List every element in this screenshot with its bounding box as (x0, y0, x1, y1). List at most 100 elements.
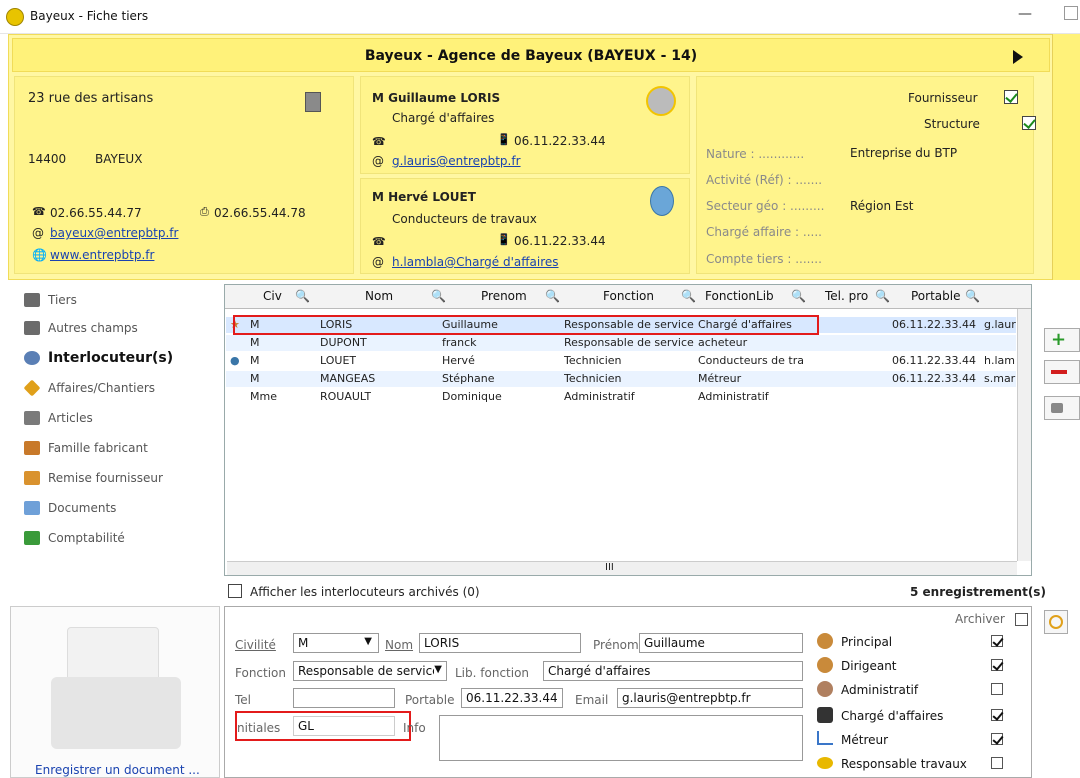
interlocuteurs-table[interactable]: Civ 🔍 Nom 🔍 Prenom 🔍 Fonction 🔍 Fonction… (224, 284, 1032, 576)
tel-input[interactable] (293, 688, 395, 708)
role-resp-travaux-checkbox[interactable] (991, 757, 1003, 769)
table-row[interactable]: ● M LOUET Hervé Technicien Conducteurs d… (226, 353, 1016, 369)
role-dirigeant-checkbox[interactable] (991, 659, 1003, 671)
address-phone: 02.66.55.44.77 (50, 206, 142, 220)
civilite-select[interactable]: M ▼ (293, 633, 379, 653)
fonction-label: Fonction (235, 666, 287, 680)
col-civ[interactable]: Civ (263, 289, 282, 303)
role-administratif-checkbox[interactable] (991, 683, 1003, 695)
add-button[interactable]: + (1044, 328, 1080, 352)
chevron-down-icon: ▼ (364, 636, 372, 647)
sidebar-item-remise[interactable]: Remise fournisseur (24, 466, 163, 490)
address-website[interactable]: www.entrepbtp.fr (50, 248, 154, 262)
fonction-value: Responsable de service (298, 664, 440, 678)
options-button[interactable] (1044, 610, 1068, 634)
remove-button[interactable] (1044, 360, 1080, 384)
table-row[interactable]: M MANGEAS Stéphane Technicien Métreur 06… (226, 371, 1016, 387)
role-metreur-label: Métreur (841, 733, 889, 747)
address-city: BAYEUX (95, 152, 143, 166)
at-icon: @ (372, 255, 384, 269)
search-icon[interactable]: 🔍 (791, 289, 806, 303)
role-resp-travaux-label: Responsable travaux (841, 757, 967, 771)
contact2-email[interactable]: h.lambla@Chargé d'affaires (392, 255, 559, 269)
search-icon[interactable]: 🔍 (875, 289, 890, 303)
libfonction-input[interactable]: Chargé d'affaires (543, 661, 803, 681)
col-portable[interactable]: Portable (911, 289, 960, 303)
portable-input[interactable]: 06.11.22.33.44 (461, 688, 563, 708)
search-icon[interactable]: 🔍 (431, 289, 446, 303)
sidebar-item-affaires[interactable]: Affaires/Chantiers (23, 376, 155, 400)
phone-icon: ☎ (372, 135, 386, 148)
role-metreur-checkbox[interactable] (991, 733, 1003, 745)
prenom-input[interactable]: Guillaume (639, 633, 803, 653)
archiver-checkbox[interactable] (1015, 613, 1028, 626)
cell-prenom: Dominique (442, 390, 502, 403)
maximize-button[interactable] (1064, 6, 1078, 20)
sidebar-item-label: Interlocuteur(s) (48, 350, 174, 366)
structure-checkbox[interactable] (1021, 116, 1036, 130)
col-telpro[interactable]: Tel. pro (825, 289, 868, 303)
box-icon (24, 441, 40, 455)
agency-bar[interactable]: Bayeux - Agence de Bayeux (BAYEUX - 14) (12, 38, 1050, 72)
table-row[interactable]: Mme ROUAULT Dominique Administratif Admi… (226, 389, 1016, 405)
col-fonction[interactable]: Fonction (603, 289, 654, 303)
selection-highlight (233, 315, 819, 335)
sidebar-item-label: Articles (48, 411, 93, 425)
cell-prenom: franck (442, 336, 477, 349)
link-button[interactable] (1044, 396, 1080, 420)
sidebar-item-interlocuteurs[interactable]: Interlocuteur(s) (24, 346, 173, 370)
search-icon[interactable]: 🔍 (295, 289, 310, 303)
portable-label: Portable (405, 693, 455, 707)
initiales-input[interactable]: GL (293, 716, 395, 736)
search-icon[interactable]: 🔍 (681, 289, 696, 303)
header-right-strip (1052, 34, 1080, 280)
at-icon: @ (32, 226, 44, 240)
role-charge-checkbox[interactable] (991, 709, 1003, 721)
civilite-value: M (298, 636, 309, 650)
col-nom[interactable]: Nom (365, 289, 393, 303)
sidebar-item-tiers[interactable]: Tiers (24, 288, 77, 312)
horizontal-scrollbar[interactable]: III (227, 561, 1017, 575)
search-icon[interactable]: 🔍 (545, 289, 560, 303)
sidebar-item-famille[interactable]: Famille fabricant (24, 436, 148, 460)
cell-portable: 06.11.22.33.44 (892, 372, 976, 385)
nom-input[interactable]: LORIS (419, 633, 581, 653)
save-document-link[interactable]: Enregistrer un document ... (35, 763, 200, 777)
archived-label: Afficher les interlocuteurs archivés (0) (250, 585, 480, 599)
email-input[interactable]: g.lauris@entrepbtp.fr (617, 688, 803, 708)
ledger-icon (24, 531, 40, 545)
fournisseur-checkbox[interactable] (1004, 90, 1018, 104)
vertical-scrollbar[interactable] (1017, 309, 1031, 561)
sidebar-item-documents[interactable]: Documents (24, 496, 116, 520)
administratif-icon (817, 681, 833, 697)
cell-fonction: Administratif (564, 390, 635, 403)
metreur-icon (817, 731, 833, 745)
fonction-select[interactable]: Responsable de service ▼ (293, 661, 447, 681)
role-principal-checkbox[interactable] (991, 635, 1003, 647)
responsable-travaux-icon (817, 757, 833, 769)
cell-fonctionlib: Administratif (698, 390, 769, 403)
plus-icon: + (1051, 329, 1067, 350)
email-label: Email (575, 693, 609, 707)
grid-icon (24, 321, 40, 335)
archived-checkbox[interactable] (228, 584, 242, 598)
options-icon (1049, 615, 1063, 629)
search-icon[interactable]: 🔍 (965, 289, 980, 303)
sidebar-item-comptabilite[interactable]: Comptabilité (24, 526, 125, 550)
col-fonctionlib[interactable]: FonctionLib (705, 289, 774, 303)
info-textarea[interactable] (439, 715, 803, 761)
address-email[interactable]: bayeux@entrepbtp.fr (50, 226, 178, 240)
fournisseur-label: Fournisseur (908, 91, 978, 105)
table-row[interactable]: M DUPONT franck Responsable de service a… (226, 335, 1016, 351)
play-icon[interactable] (1013, 50, 1023, 64)
window-title: Bayeux - Fiche tiers (30, 9, 149, 23)
minimize-button[interactable]: — (1018, 6, 1032, 22)
document-drop-panel[interactable]: Enregistrer un document ... (10, 606, 220, 778)
sidebar-item-autres[interactable]: Autres champs (24, 316, 138, 340)
cell-portable: 06.11.22.33.44 (892, 318, 976, 331)
sidebar-item-articles[interactable]: Articles (24, 406, 93, 430)
minus-icon (1051, 370, 1067, 374)
col-prenom[interactable]: Prenom (481, 289, 527, 303)
contact1-email[interactable]: g.lauris@entrepbtp.fr (392, 154, 521, 168)
detail-form: Archiver Civilité M ▼ Nom LORIS Prénom Gu… (224, 606, 1032, 778)
